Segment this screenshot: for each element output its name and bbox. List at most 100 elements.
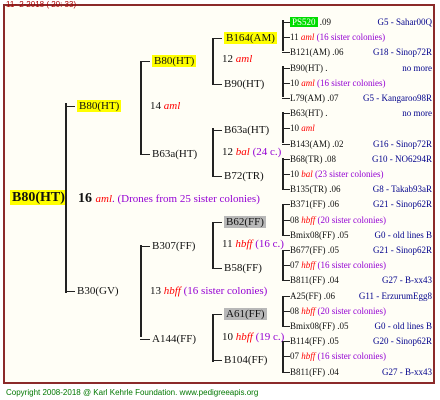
gen5-parent-row: B371(FF) .06 — [290, 198, 339, 211]
gen2-mark: 14 aml — [150, 100, 180, 113]
gen5-pnum: .07 — [325, 93, 339, 103]
gen5-mark-text: aml — [301, 123, 315, 133]
gen5-pnum: .06 — [330, 47, 344, 57]
gen5-parent: B63(HT) — [290, 108, 323, 118]
gen5-mark-row: 08 hbff (20 sister colonies) — [290, 305, 386, 318]
gen5-mark-row: 07 hbff (16 sister colonies) — [290, 350, 386, 363]
gen3-gen-num: 10 — [222, 331, 236, 343]
gen2-node: B80(HT) — [77, 100, 122, 113]
gen5-id: G27 - B-xx43 — [382, 366, 432, 379]
gen5-mark-text: bal — [301, 169, 316, 179]
gen5-parent: B143(AM) — [290, 139, 330, 149]
gen5-id: no more — [402, 62, 432, 75]
gen5-parent: A25(FF) — [290, 291, 322, 301]
gen5-parent-row: B143(AM) .02 — [290, 138, 344, 151]
gen2-mark: 13 hbff (16 sister colonies) — [150, 285, 267, 298]
gen5-parent: B811(FF) — [290, 275, 326, 285]
gen4-node: B58(FF) — [224, 262, 262, 275]
gen5-connector — [282, 189, 290, 190]
gen5-note: (20 sister colonies) — [317, 215, 386, 225]
gen5-id: G0 - old lines B — [375, 320, 433, 333]
gen3-mark-text: aml — [235, 53, 253, 65]
gen5-note: (16 sister colonies) — [317, 351, 386, 361]
gen3-gen-num: 12 — [222, 146, 236, 158]
gen4-node: A61(FF) — [224, 308, 267, 321]
root-gen-num: 16 — [78, 191, 96, 206]
root-note: . (Drones from 25 sister colonies) — [112, 193, 260, 205]
gen5-id: G5 - Kangaroo98R — [363, 92, 432, 105]
gen5-pnum: .05 — [325, 336, 339, 346]
gen5-pnum: .06 — [325, 199, 340, 209]
gen5-id-text: G18 - Sinop72R — [372, 47, 432, 57]
root-node: B80(HT) — [10, 190, 67, 205]
gen3-note: (16 c.) — [255, 238, 284, 250]
gen2-label: B80(HT) — [77, 100, 122, 112]
gen5-id-text: G11 - ErzurumEgg8 — [358, 291, 432, 301]
gen5-id-text: G8 - Takab93aR — [372, 184, 432, 194]
gen4-node: B90(HT) — [224, 78, 264, 91]
gen5-pnum: .06 — [327, 184, 341, 194]
gen3-mark: 11 hbff (16 c.) — [222, 238, 284, 251]
gen5-id: G18 - Sinop72R — [373, 46, 432, 59]
gen4-label: B90(HT) — [224, 78, 265, 90]
gen5-pnum: .08 — [322, 154, 336, 164]
gen4-connector — [212, 176, 222, 177]
gen5-mark-text: aml — [300, 32, 317, 42]
gen5-id-text: G27 - B-xx43 — [382, 275, 432, 285]
gen5-id: G21 - Sinop62R — [373, 198, 432, 211]
gen5-connector — [282, 326, 290, 327]
gen4-node: B63a(HT) — [224, 124, 269, 137]
gen3-bracket — [212, 222, 214, 269]
gen5-id: G8 - Takab93aR — [373, 183, 432, 196]
gen5-pnum: .09 — [317, 17, 332, 27]
gen5-parent-row: B811(FF) .04 — [290, 366, 339, 379]
gen4-connector — [212, 268, 222, 269]
gen5-parent: B135(TR) — [290, 184, 327, 194]
gen4-node: B62(FF) — [224, 216, 266, 229]
gen2-note: (16 sister colonies) — [183, 285, 268, 297]
gen5-id-text: G16 - Sinop72R — [372, 139, 432, 149]
gen4-connector — [212, 360, 222, 361]
gen5-pnum: .05 — [325, 245, 340, 255]
gen5-id: G0 - old lines B — [375, 229, 433, 242]
gen5-gen-num: 11 — [290, 32, 301, 42]
gen3-note: (19 c.) — [255, 331, 285, 343]
gen5-pnum: .06 — [321, 291, 336, 301]
gen5-id: G27 - B-xx43 — [382, 274, 432, 287]
gen5-mark-text: hbff — [301, 306, 318, 316]
gen5-parent-row: A25(FF) .06 — [290, 290, 335, 303]
gen2-connector — [65, 291, 75, 292]
gen4-label: B104(FF) — [224, 354, 268, 366]
gen3-mark: 12 aml — [222, 53, 252, 66]
gen2-bracket-bottom — [140, 245, 142, 337]
gen3-node: B80(HT) — [152, 55, 197, 68]
gen5-connector — [282, 174, 290, 175]
gen5-parent: PS520 — [290, 17, 318, 27]
gen5-connector — [282, 235, 290, 236]
gen3-bracket — [212, 38, 214, 85]
gen5-id: G21 - Sinop62R — [373, 244, 432, 257]
gen5-mark-row: 10 aml (16 sister colonies) — [290, 77, 385, 90]
gen5-connector — [282, 159, 290, 160]
gen2-gen-num: 13 — [150, 285, 164, 297]
gen5-mark-text: hbff — [301, 215, 318, 225]
gen5-id-text: G10 - NO6294R — [372, 154, 432, 164]
gen5-connector — [282, 68, 290, 69]
gen5-parent-row: B114(FF) .05 — [290, 335, 339, 348]
gen4-connector — [212, 84, 222, 85]
gen5-gen-num: 07 — [290, 260, 302, 270]
gen4-label: B63a(HT) — [224, 124, 270, 136]
footer-copyright: Copyright 2008-2018 @ Karl Kehrle Founda… — [6, 388, 259, 397]
gen5-connector — [282, 220, 290, 221]
gen4-label: B72(TR) — [224, 170, 264, 182]
gen5-mark-text: hbff — [301, 351, 318, 361]
gen5-connector — [282, 83, 290, 84]
gen5-parent-row: B677(FF) .05 — [290, 244, 339, 257]
gen3-mark-text: bal — [235, 146, 253, 158]
gen5-gen-num: 10 — [290, 123, 302, 133]
gen5-parent: B677(FF) — [290, 245, 326, 255]
gen3-node: B63a(HT) — [152, 148, 197, 161]
gen5-parent: L79(AM) — [290, 93, 325, 103]
gen2-node: B30(GV) — [77, 285, 119, 298]
gen3-label: B63a(HT) — [152, 148, 198, 160]
